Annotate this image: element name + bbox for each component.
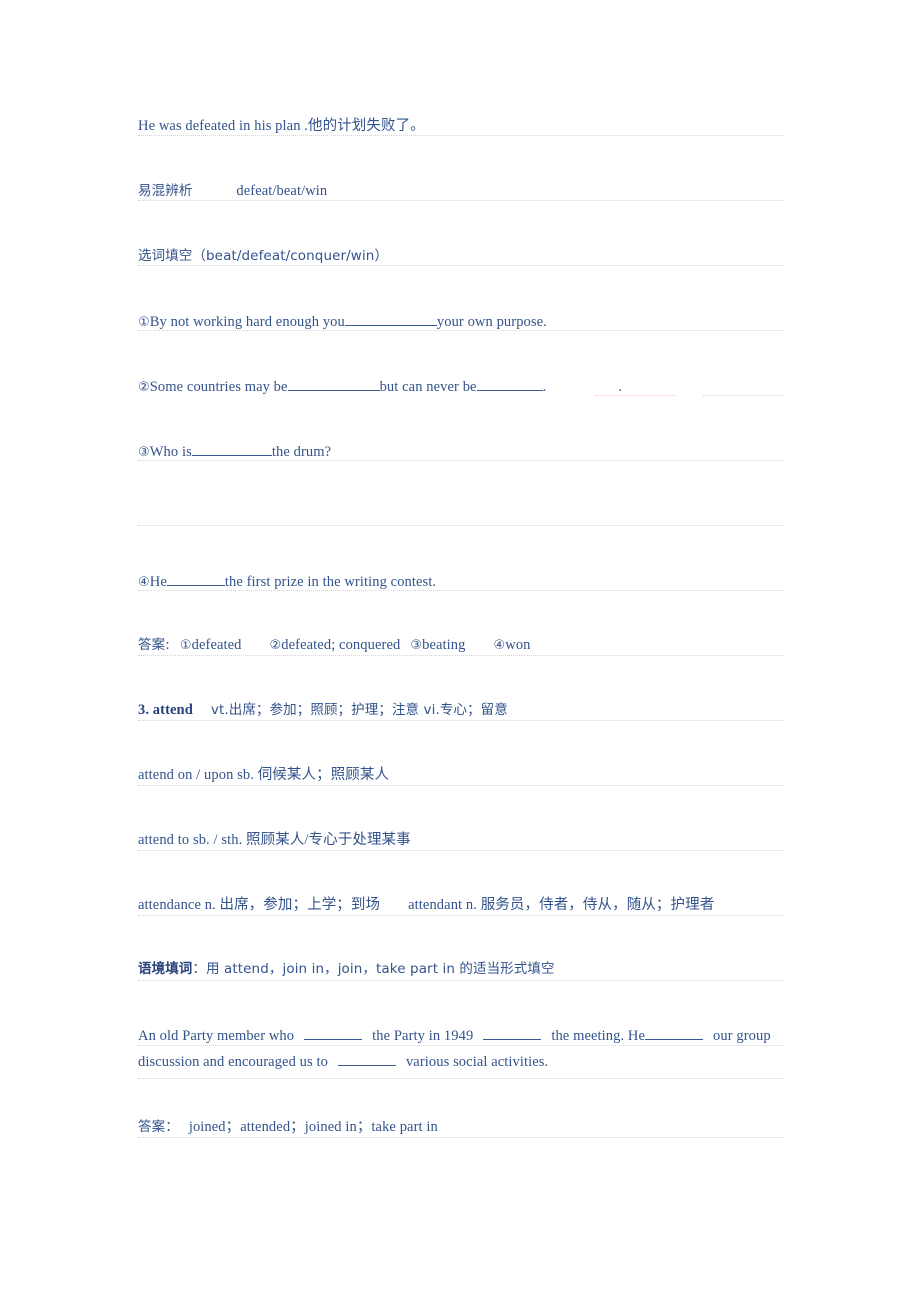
answer-marker: ② bbox=[269, 638, 282, 653]
confusable-group: 易混辨析 defeat/beat/win bbox=[138, 183, 330, 199]
rule-empty-line bbox=[138, 525, 784, 526]
fill-blank[interactable] bbox=[337, 1051, 396, 1066]
phrase-line-1: attend on / upon sb. 伺候某人；照顾某人 bbox=[138, 765, 784, 785]
passage-part-5: various social activities. bbox=[405, 1054, 549, 1070]
rule-under-confusable bbox=[138, 200, 784, 201]
cloze-heading-line: 选词填空（beat/defeat/conquer/win） bbox=[138, 246, 784, 266]
rule-under-item-2-right bbox=[703, 395, 784, 396]
passage-part-1: An old Party member who bbox=[138, 1028, 295, 1044]
derivatives-line: attendance n. 出席，参加；上学；到场 attendant n. 服务… bbox=[138, 895, 784, 915]
answers-line-2: 答案： joined；attended；joined in；take part i… bbox=[138, 1117, 784, 1137]
answer-marker: ③ bbox=[410, 638, 423, 653]
entry-definition: vt.出席；参加；照顾；护理；注意 vi.专心；留意 bbox=[210, 702, 508, 718]
confusable-words: defeat/beat/win bbox=[236, 183, 328, 199]
answer-value: beating bbox=[422, 637, 466, 653]
fill-blank[interactable] bbox=[166, 571, 225, 586]
rule-under-item-3 bbox=[138, 460, 784, 461]
context-label: 语境填词 bbox=[138, 961, 193, 977]
derivatives-text: attendance n. 出席，参加；上学；到场 attendant n. 服务… bbox=[138, 897, 717, 913]
fill-blank[interactable] bbox=[191, 441, 272, 456]
cloze-item-3-text: ③Who is the drum? bbox=[138, 441, 334, 460]
passage-text: An old Party member who the Party in 1949… bbox=[138, 1028, 771, 1070]
answer-label: 答案: bbox=[138, 637, 170, 653]
rule-under-item-1 bbox=[138, 330, 784, 331]
fill-blank[interactable] bbox=[287, 376, 380, 391]
item-text-middle: but can never be bbox=[379, 378, 477, 395]
example-sentence: He was defeated in his plan .他的计划失败了。 bbox=[138, 118, 427, 134]
example-sentence-line: He was defeated in his plan .他的计划失败了。 bbox=[138, 116, 784, 136]
passage-part-2: the Party in 1949 bbox=[372, 1028, 474, 1044]
item-text-before: By not working hard enough you bbox=[149, 313, 345, 330]
derivative-1: attendance n. 出席，参加；上学；到场 bbox=[138, 897, 381, 913]
context-heading-text: 语境填词：用 attend，join in，join，take part in … bbox=[138, 961, 557, 977]
fill-blank[interactable] bbox=[645, 1025, 704, 1040]
passage-part-3: the meeting. He bbox=[551, 1028, 646, 1044]
derivative-2: attendant n. 服务员，侍者，侍从，随从；护理者 bbox=[408, 897, 715, 913]
item-marker: ② bbox=[138, 379, 150, 395]
stray-period: . bbox=[618, 378, 623, 395]
item-marker: ① bbox=[138, 314, 150, 330]
item-text-after: . bbox=[542, 378, 547, 395]
answer-value: defeated bbox=[191, 637, 242, 653]
answers-1-text: 答案: ①defeated ②defeated; conquered ③beating… bbox=[138, 637, 533, 653]
rule-under-answers-2 bbox=[138, 1137, 784, 1138]
fill-blank[interactable] bbox=[304, 1025, 363, 1040]
item-text-after: the first prize in the writing contest. bbox=[224, 573, 437, 590]
cloze-item-2: ②Some countries may be but can never be.. bbox=[138, 376, 784, 398]
phrase-1: attend on / upon sb. 伺候某人；照顾某人 bbox=[138, 767, 392, 783]
context-instruction: ：用 attend，join in，join，take part in 的适当形… bbox=[192, 961, 555, 977]
answer-values: joined；attended；joined in；take part in bbox=[188, 1119, 438, 1135]
fill-blank[interactable] bbox=[476, 376, 543, 391]
item-marker: ④ bbox=[138, 574, 150, 590]
item-text-after: the drum? bbox=[271, 443, 332, 460]
entry-attend-line: 3. attend vt.出席；参加；照顾；护理；注意 vi.专心；留意 bbox=[138, 700, 784, 720]
rule-under-entry bbox=[138, 720, 784, 721]
answer-marker: ① bbox=[179, 638, 192, 653]
answer-value: won bbox=[505, 637, 531, 653]
answer-value: defeated; conquered bbox=[281, 637, 401, 653]
rule-under-phrase-2 bbox=[138, 850, 784, 851]
answer-label: 答案： bbox=[138, 1119, 179, 1135]
answers-line-1: 答案: ①defeated ②defeated; conquered ③beating… bbox=[138, 635, 784, 656]
phrase-2: attend to sb. / sth. 照顾某人/专心于处理某事 bbox=[138, 832, 413, 848]
entry-number: 3. attend bbox=[138, 702, 193, 718]
rule-under-answers-1 bbox=[138, 655, 784, 656]
entry-attend-text: 3. attend vt.出席；参加；照顾；护理；注意 vi.专心；留意 bbox=[138, 702, 510, 718]
context-heading-line: 语境填词：用 attend，join in，join，take part in … bbox=[138, 959, 784, 979]
confusable-label: 易混辨析 bbox=[138, 183, 193, 199]
cloze-item-4-text: ④He the first prize in the writing contes… bbox=[138, 571, 439, 590]
rule-under-item-2-left bbox=[595, 395, 675, 396]
item-text-before: He bbox=[149, 573, 167, 590]
cloze-heading: 选词填空（beat/defeat/conquer/win） bbox=[138, 248, 391, 264]
answer-marker: ④ bbox=[493, 638, 506, 653]
phrase-line-2: attend to sb. / sth. 照顾某人/专心于处理某事 bbox=[138, 830, 784, 850]
rule-under-derivatives bbox=[138, 915, 784, 916]
item-text-after: your own purpose. bbox=[436, 313, 547, 330]
rule-under-passage-line-1 bbox=[138, 1045, 784, 1046]
rule-under-cloze-heading bbox=[138, 265, 784, 266]
document-page: He was defeated in his plan .他的计划失败了。 易混… bbox=[0, 0, 920, 1302]
cloze-item-1-text: ①By not working hard enough you your own … bbox=[138, 311, 549, 330]
item-marker: ③ bbox=[138, 444, 150, 460]
rule-under-phrase-1 bbox=[138, 785, 784, 786]
item-text-before: Some countries may be bbox=[149, 378, 288, 395]
rule-under-item-4 bbox=[138, 590, 784, 591]
rule-under-context-heading bbox=[138, 980, 784, 981]
fill-blank[interactable] bbox=[344, 311, 437, 326]
cloze-item-2-text: ②Some countries may be but can never be.. bbox=[138, 376, 625, 395]
rule-under-example bbox=[138, 135, 784, 136]
confusable-line: 易混辨析 defeat/beat/win bbox=[138, 181, 784, 201]
rule-under-passage-line-2 bbox=[138, 1078, 784, 1079]
answers-2-text: 答案： joined；attended；joined in；take part i… bbox=[138, 1119, 440, 1135]
passage-line: An old Party member who the Party in 1949… bbox=[138, 1023, 784, 1075]
fill-blank[interactable] bbox=[483, 1025, 542, 1040]
item-text-before: Who is bbox=[149, 443, 192, 460]
